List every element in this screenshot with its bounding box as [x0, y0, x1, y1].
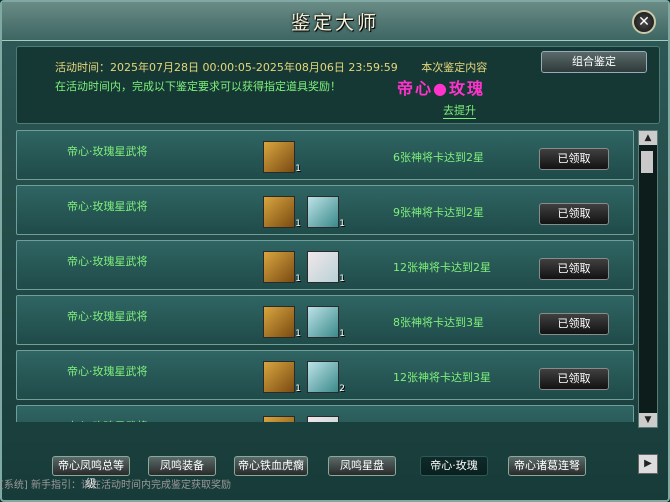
item-count: 1: [295, 329, 301, 339]
appraisal-window: 鉴定大师 ✕ 活动时间：2025年07月28日 00:00:05-2025年08…: [0, 0, 670, 502]
chat-line: [系统] 新手指引：请在活动时间内完成鉴定获取奖励: [0, 480, 231, 491]
scroll-thumb[interactable]: [641, 151, 653, 173]
item-count: 1: [295, 219, 301, 229]
row-title: 帝心·玫瑰星武将: [67, 145, 148, 158]
row-condition: 9张神将卡达到2星: [393, 206, 484, 219]
row-title: 帝心·玫瑰星武将: [67, 255, 148, 268]
reward-item-icon[interactable]: 2: [307, 361, 345, 394]
scroll-down-icon[interactable]: ▼: [639, 413, 657, 427]
window-title: 鉴定大师: [290, 12, 379, 34]
combo-appraisal-button[interactable]: 组合鉴定: [541, 51, 647, 73]
item-count: 1: [339, 329, 345, 339]
info-panel: 活动时间：2025年07月28日 00:00:05-2025年08月06日 23…: [16, 46, 660, 124]
item-count: 1: [295, 384, 301, 394]
reward-item-icon[interactable]: 1: [307, 306, 345, 339]
row-condition: 6张神将卡达到2星: [393, 151, 484, 164]
reward-item-icon[interactable]: 1: [263, 361, 301, 394]
row-condition: 12张神将卡达到2星: [393, 261, 491, 274]
row-condition: 12张神将卡达到3星: [393, 371, 491, 384]
reward-item-icon[interactable]: 1: [307, 416, 339, 422]
tab-3[interactable]: 帝心铁血虎瘸: [234, 456, 308, 476]
reward-item-icon[interactable]: 1: [263, 141, 301, 174]
claimed-button[interactable]: 已领取: [539, 368, 609, 390]
tab-6[interactable]: 帝心诸葛连弩: [508, 456, 586, 476]
content-label: 本次鉴定内容: [421, 61, 488, 74]
scroll-up-icon[interactable]: ▲: [639, 131, 657, 145]
item-count: 2: [339, 384, 345, 394]
tab-2[interactable]: 凤鸣装备: [148, 456, 216, 476]
close-icon[interactable]: ✕: [632, 10, 656, 34]
scrollbar[interactable]: ▲ ▼: [638, 130, 658, 428]
claimed-button[interactable]: 已领取: [539, 203, 609, 225]
activity-time: 活动时间：2025年07月28日 00:00:05-2025年08月06日 23…: [55, 59, 487, 75]
reward-item-icon[interactable]: 1: [307, 251, 345, 284]
row-title: 帝心·玫瑰星武将: [67, 365, 148, 378]
time-text: 活动时间：2025年07月28日 00:00:05-2025年08月06日 23…: [55, 61, 398, 74]
reward-item-icon[interactable]: 1: [263, 416, 295, 422]
item-count: 1: [339, 274, 345, 284]
reward-item-icon[interactable]: 1: [263, 196, 301, 229]
task-row: 帝心·玫瑰星武将 1 2 12张神将卡达到3星 已领取: [16, 350, 634, 400]
activity-desc: 在活动时间内，完成以下鉴定要求可以获得指定道具奖励！: [55, 80, 341, 93]
title-bar: 鉴定大师 ✕: [2, 2, 668, 41]
item-count: 1: [295, 274, 301, 284]
row-title: 帝心·玫瑰星武将: [67, 200, 148, 213]
reward-item-icon[interactable]: 1: [307, 196, 345, 229]
next-arrow-icon[interactable]: ▶: [638, 454, 658, 474]
row-condition: 8张神将卡达到3星: [393, 316, 484, 329]
task-row: 帝心·玫瑰星武将116张神将卡达到4星已领取: [16, 405, 634, 422]
tab-4[interactable]: 凤鸣星盘: [328, 456, 396, 476]
task-list: 帝心·玫瑰星武将 1 6张神将卡达到2星 已领取 帝心·玫瑰星武将 1 1 9张神将卡达到2星…: [16, 130, 634, 422]
row-title: 帝心·玫瑰星武将: [67, 310, 148, 323]
task-row: 帝心·玫瑰星武将 1 1 9张神将卡达到2星 已领取: [16, 185, 634, 235]
reward-item-icon[interactable]: 1: [263, 306, 301, 339]
go-upgrade-link[interactable]: 去提升: [443, 102, 476, 119]
task-row: 帝心·玫瑰星武将 1 1 8张神将卡达到3星 已领取: [16, 295, 634, 345]
row-title: 帝心·玫瑰星武将: [67, 418, 148, 422]
claimed-button[interactable]: 已领取: [539, 258, 609, 280]
tab-5[interactable]: 帝心·玫瑰: [420, 456, 488, 476]
item-count: 1: [339, 219, 345, 229]
task-row: 帝心·玫瑰星武将 1 1 12张神将卡达到2星 已领取: [16, 240, 634, 290]
claimed-button[interactable]: 已领取: [539, 313, 609, 335]
tab-1[interactable]: 帝心凤鸣总等级: [52, 456, 130, 490]
event-name: 帝心●玫瑰: [397, 79, 485, 98]
task-row: 帝心·玫瑰星武将 1 6张神将卡达到2星 已领取: [16, 130, 634, 180]
claimed-button[interactable]: 已领取: [539, 148, 609, 170]
reward-item-icon[interactable]: 1: [263, 251, 301, 284]
item-count: 1: [295, 164, 301, 174]
